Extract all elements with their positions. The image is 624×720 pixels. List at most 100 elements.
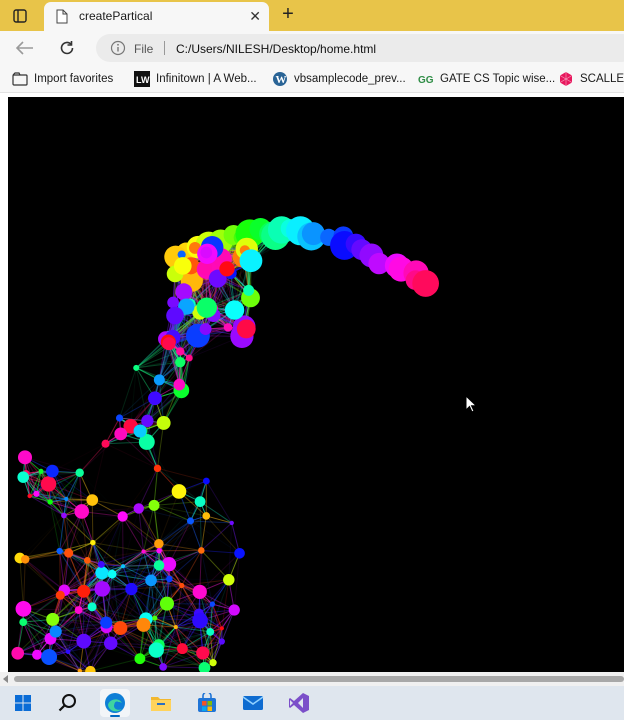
tab-actions-icon[interactable] — [8, 6, 32, 26]
particle-dot — [117, 511, 128, 522]
back-button[interactable] — [14, 37, 36, 59]
particle-dot — [141, 414, 154, 427]
favorite-gate-cs[interactable]: GG GATE CS Topic wise... — [418, 71, 555, 87]
particle-dot — [47, 499, 53, 505]
windows-start-icon[interactable] — [8, 689, 38, 717]
particle-link — [24, 558, 65, 591]
particle-dot — [64, 548, 74, 558]
address-bar[interactable]: File C:/Users/NILESH/Desktop/home.html — [96, 34, 624, 62]
particle-dot — [74, 606, 83, 615]
particle-dot — [148, 499, 160, 511]
particle-dot — [223, 323, 233, 332]
particle-dot — [219, 626, 224, 631]
particle-dot — [199, 323, 212, 336]
particle-link — [201, 549, 240, 554]
particle-dot — [61, 512, 67, 519]
particle-link — [146, 441, 180, 492]
particle-dot — [179, 582, 185, 589]
refresh-button[interactable] — [56, 37, 78, 59]
particle-dot — [133, 424, 147, 438]
particle-dot — [55, 590, 65, 600]
particle-dot — [141, 549, 146, 554]
particle-dot — [136, 617, 151, 632]
particle-dot — [234, 547, 245, 559]
particle-dot — [196, 646, 210, 660]
particle-dot — [153, 464, 162, 473]
particle-dot — [148, 642, 164, 658]
particle-dot — [134, 653, 146, 665]
mail-icon[interactable] — [238, 689, 268, 717]
infinitown-icon: LW — [134, 71, 150, 87]
wordpress-icon: W — [272, 71, 288, 87]
scallel-icon — [558, 71, 574, 87]
edge-icon[interactable] — [100, 689, 130, 717]
svg-text:W: W — [276, 74, 287, 86]
visual-studio-icon[interactable] — [284, 689, 314, 717]
particle-dot — [95, 566, 109, 580]
particle-dot — [228, 604, 240, 616]
particle-dot — [194, 496, 206, 507]
favorite-scallel[interactable]: SCALLEL — [558, 71, 624, 87]
particle-dot — [202, 477, 210, 485]
particle-links — [17, 228, 426, 672]
particle-dot — [56, 547, 63, 555]
particle-dot — [223, 574, 235, 586]
favorite-import[interactable]: Import favorites — [12, 71, 113, 87]
particle-dot — [156, 547, 162, 554]
particle-dot — [412, 270, 439, 297]
particle-dot — [65, 649, 71, 655]
address-separator — [164, 41, 165, 55]
particle-dot — [243, 284, 255, 296]
particle-dot — [153, 560, 165, 571]
scroll-left-icon[interactable] — [3, 675, 8, 683]
particle-dot — [33, 490, 40, 497]
particle-link — [199, 501, 202, 551]
particle-dot — [167, 296, 179, 309]
particle-dot — [229, 520, 234, 526]
particle-dot — [224, 300, 245, 320]
store-icon[interactable] — [192, 689, 222, 717]
particle-dot — [159, 663, 167, 671]
particle-dot — [200, 246, 213, 259]
particle-link — [163, 666, 205, 669]
particle-link — [92, 542, 144, 552]
file-explorer-icon[interactable] — [146, 689, 176, 717]
file-label: File — [134, 42, 154, 56]
particle-dot — [236, 319, 256, 339]
particle-dot — [46, 612, 60, 626]
particle-dot — [173, 378, 186, 391]
particle-dot — [40, 476, 57, 492]
scrollbar-thumb[interactable] — [14, 676, 624, 682]
particle-dot — [114, 427, 128, 441]
particle-dot — [101, 439, 110, 448]
particle-dot — [159, 596, 174, 611]
url-text[interactable]: C:/Users/NILESH/Desktop/home.html — [176, 42, 376, 56]
particle-dot — [209, 601, 216, 607]
horizontal-scrollbar[interactable] — [0, 672, 624, 686]
search-icon[interactable] — [53, 689, 83, 717]
taskbar — [0, 686, 624, 720]
info-icon[interactable] — [110, 40, 126, 59]
favorite-vbsamplecode[interactable]: W vbsamplecode_prev... — [272, 71, 406, 87]
tab-close-icon[interactable]: ✕ — [249, 8, 261, 24]
new-tab-button[interactable]: + — [277, 4, 299, 26]
particle-link — [190, 520, 202, 551]
particle-dot — [115, 414, 124, 422]
particle-dot — [166, 306, 184, 325]
particle-dot — [202, 512, 211, 520]
tab-title: createPartical — [79, 9, 153, 23]
particle-dot — [145, 574, 157, 587]
particle-dot — [176, 643, 188, 655]
particle-dot — [17, 471, 29, 483]
particle-dot — [41, 649, 58, 666]
particle-dot — [125, 582, 138, 596]
particle-dot — [20, 555, 30, 564]
particle-dot — [11, 646, 25, 660]
particle-dot — [64, 496, 69, 502]
particle-dot — [103, 636, 118, 650]
favorite-infinitown[interactable]: LW Infinitown | A Web... — [134, 71, 257, 87]
tab-active[interactable]: createPartical ✕ — [44, 2, 269, 31]
particle-link — [200, 550, 230, 581]
particle-canvas[interactable] — [8, 97, 624, 672]
particle-dot — [113, 621, 128, 636]
